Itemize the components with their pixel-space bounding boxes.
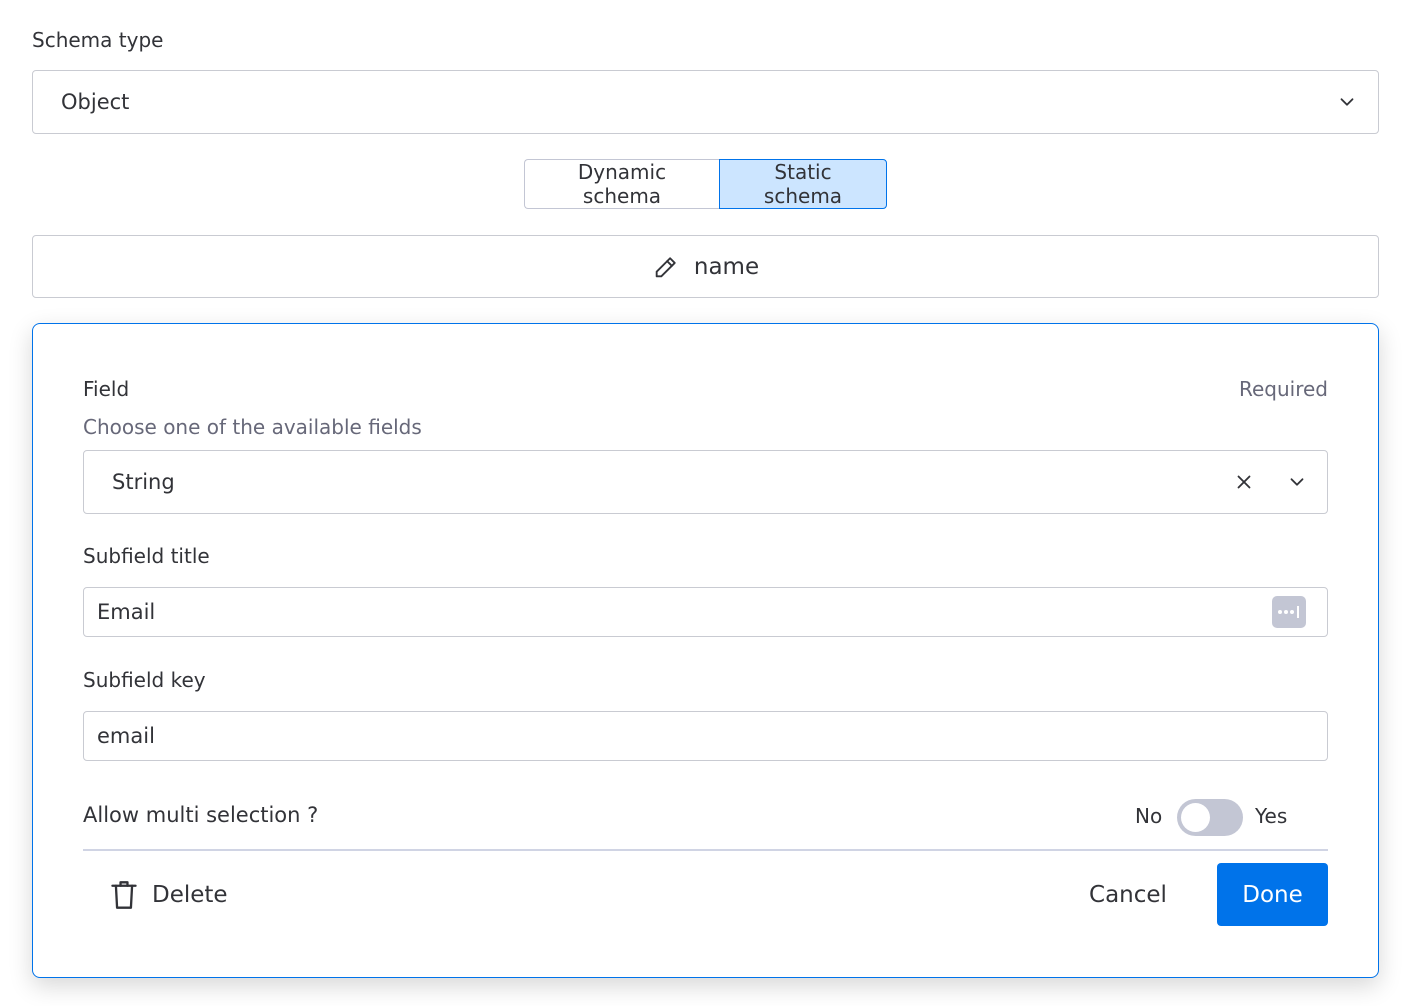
delete-button[interactable]: Delete — [100, 863, 238, 926]
field-label: Field — [83, 377, 130, 401]
schema-type-select[interactable]: Object — [32, 70, 1379, 134]
subfield-name-bar[interactable]: name — [32, 235, 1379, 298]
field-type-value: String — [112, 470, 175, 494]
schema-type-label: Schema type — [32, 28, 164, 52]
trash-icon — [111, 880, 137, 909]
chevron-down-icon[interactable] — [1286, 471, 1308, 493]
schema-type-value: Object — [61, 90, 130, 114]
chevron-down-icon — [1340, 98, 1354, 106]
field-type-select[interactable]: String — [83, 450, 1328, 514]
subfield-title-label: Subfield title — [83, 544, 210, 568]
dynamic-schema-button[interactable]: Dynamic schema — [524, 159, 719, 209]
field-help-text: Choose one of the available fields — [83, 415, 422, 439]
subfield-key-value: email — [97, 724, 155, 748]
delete-label: Delete — [152, 881, 228, 908]
switch-knob — [1181, 803, 1210, 832]
subfield-title-input[interactable]: Email — [83, 587, 1328, 637]
static-schema-button[interactable]: Static schema — [719, 159, 887, 209]
schema-mode-toggle: Dynamic schema Static schema — [524, 159, 887, 209]
required-indicator: Required — [1238, 377, 1328, 401]
cancel-button[interactable]: Cancel — [1070, 863, 1186, 926]
subfield-title-value: Email — [97, 600, 156, 624]
done-button[interactable]: Done — [1217, 863, 1328, 926]
subfield-key-input[interactable]: email — [83, 711, 1328, 761]
toggle-on-label: Yes — [1255, 804, 1288, 828]
toggle-off-label: No — [1135, 804, 1163, 828]
subfield-key-label: Subfield key — [83, 668, 206, 692]
subfield-name-label: name — [693, 253, 760, 280]
ellipsis-icon[interactable] — [1272, 596, 1306, 628]
multi-selection-label: Allow multi selection ? — [83, 803, 319, 827]
footer-divider — [83, 849, 1328, 851]
close-icon[interactable] — [1233, 471, 1255, 493]
multi-selection-switch[interactable] — [1177, 799, 1243, 836]
pencil-icon — [655, 256, 676, 277]
